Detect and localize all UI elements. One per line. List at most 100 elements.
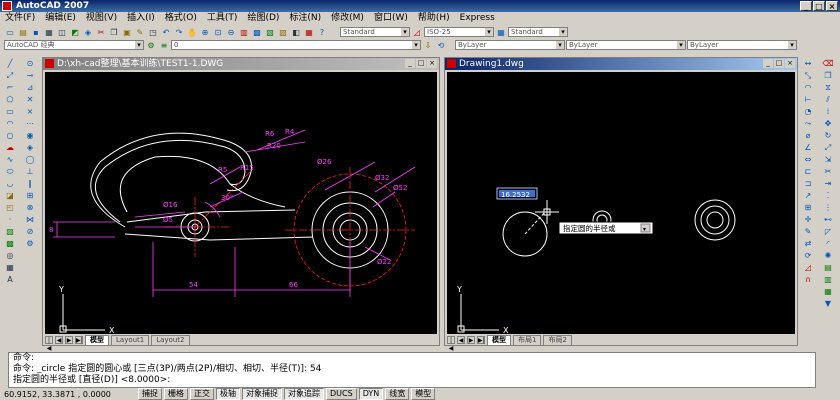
tab-layout1-left[interactable]: Layout1 [111, 334, 150, 346]
object-snap-icon[interactable]: ⊙ [23, 58, 37, 69]
tab-first-left[interactable]: |◀ [45, 336, 53, 352]
table-style-select[interactable]: Standard [508, 27, 568, 37]
rectangle-icon[interactable]: ▭ [3, 106, 17, 117]
plot-preview-icon[interactable]: ◫ [56, 26, 68, 38]
dim-style-select[interactable]: ISO-25 [424, 27, 494, 37]
tab-next-right[interactable]: ▶ [467, 336, 475, 344]
snap-quadrant-icon[interactable]: ◈ [23, 142, 37, 153]
arc-length-icon[interactable]: ◠ [801, 82, 815, 93]
diameter-dim-icon[interactable]: ⌀ [801, 130, 815, 141]
block-editor-icon[interactable]: ◳ [147, 26, 159, 38]
array-icon[interactable]: ⁞ [821, 106, 835, 117]
minimize-button[interactable]: _ [800, 1, 812, 11]
lineweight-select[interactable]: ByLayer [687, 40, 797, 50]
ellipse-arc-icon[interactable]: ◡ [3, 178, 17, 189]
circle-icon[interactable]: ○ [3, 130, 17, 141]
doc-close-button[interactable]: × [427, 59, 437, 68]
tab-prev-left[interactable]: ◀ [55, 336, 63, 344]
markup-icon[interactable]: ◧ [290, 26, 302, 38]
continue-icon[interactable]: ⊐ [801, 178, 815, 189]
tab-next-left[interactable]: ▶ [65, 336, 73, 344]
ordinate-icon[interactable]: ⊢ [801, 94, 815, 105]
menu-help[interactable]: 帮助(H) [413, 12, 455, 24]
trim-icon[interactable]: ✂ [821, 166, 835, 177]
aligned-dim-icon[interactable]: ⤡ [801, 70, 815, 81]
extend-icon[interactable]: ⇥ [821, 178, 835, 189]
zoom-realtime-icon[interactable]: ⊕ [199, 26, 211, 38]
baseline-icon[interactable]: ⊏ [801, 166, 815, 177]
help-icon[interactable]: ? [316, 26, 328, 38]
offset-icon[interactable]: ⫽ [821, 94, 835, 105]
otrack-toggle[interactable]: 对象追踪 [284, 388, 324, 400]
model-space-canvas-left[interactable]: R5 R15 R6 R4 R20 Ø16 Ø5 30° Ø26 Ø32 Ø52 … [45, 72, 437, 334]
angular-dim-icon[interactable]: ∠ [801, 142, 815, 153]
doc-minimize-button-right[interactable]: _ [763, 59, 773, 68]
layer-select[interactable]: 0 [171, 40, 421, 50]
doc-maximize-button[interactable]: □ [416, 59, 426, 68]
color-select[interactable]: ByLayer [455, 40, 565, 50]
menu-window[interactable]: 窗口(W) [369, 12, 413, 24]
pan-icon[interactable]: ✋ [186, 26, 198, 38]
model-space-canvas-right[interactable]: 16.2532 指定圆的半径或 ▾ Y X [447, 72, 795, 334]
close-button[interactable]: × [826, 1, 838, 11]
revision-cloud-icon[interactable]: ☁ [3, 142, 17, 153]
layer-previous-icon[interactable]: ⟲ [435, 39, 447, 51]
save-icon[interactable]: ▪ [30, 26, 42, 38]
tab-last-left[interactable]: ▶| [75, 336, 83, 344]
grid-toggle[interactable]: 栅格 [164, 388, 188, 400]
quick-dim-icon[interactable]: ⇔ [801, 154, 815, 165]
scroll-down-icon[interactable]: ▼ [821, 298, 835, 309]
linetype-select[interactable]: ByLayer [566, 40, 686, 50]
snap-endpoint-icon[interactable]: ⊸ [23, 70, 37, 81]
tab-first-right[interactable]: |◀ [447, 336, 455, 352]
tab-last-right[interactable]: ▶| [477, 336, 485, 344]
menu-express[interactable]: Express [455, 12, 500, 24]
snap-perpendicular-icon[interactable]: ⊥ [23, 166, 37, 177]
doc-close-button-right[interactable]: × [785, 59, 795, 68]
center-mark-icon[interactable]: ✛ [801, 214, 815, 225]
copy-icon[interactable]: ❐ [108, 26, 120, 38]
break-icon[interactable]: ⋮ [821, 202, 835, 213]
tab-model-left[interactable]: 模型 [85, 334, 109, 346]
mtext-icon[interactable]: A [3, 274, 17, 285]
zoom-previous-icon[interactable]: ⊖ [225, 26, 237, 38]
drawing-window-right[interactable]: Drawing1.dwg _ □ × 16.2532 指定圆的半径或 ▾ Y X… [444, 57, 798, 352]
maximize-button[interactable]: □ [813, 1, 825, 11]
move-icon[interactable]: ✥ [821, 118, 835, 129]
rotate-icon[interactable]: ↻ [821, 130, 835, 141]
tab-layout2-left[interactable]: Layout2 [151, 334, 190, 346]
insert-block-icon[interactable]: ◪ [3, 190, 17, 201]
break-point-icon[interactable]: ⁚ [821, 190, 835, 201]
dim-update-icon[interactable]: ⟳ [801, 250, 815, 261]
snap-parallel-icon[interactable]: ∥ [23, 178, 37, 189]
tab-prev-right[interactable]: ◀ [457, 336, 465, 344]
tooltip-options-icon[interactable]: ▾ [643, 226, 646, 233]
coordinates-readout[interactable]: 60.9152, 33.3871 , 0.0000 [0, 390, 136, 399]
stretch-icon[interactable]: ⇲ [821, 154, 835, 165]
layer-icon[interactable]: ▦ [821, 286, 835, 297]
menu-file[interactable]: 文件(F) [0, 12, 40, 24]
erase-icon[interactable]: ⌫ [821, 58, 835, 69]
snap-settings-icon[interactable]: ⚙ [23, 238, 37, 249]
make-block-icon[interactable]: ◰ [3, 202, 17, 213]
menu-edit[interactable]: 编辑(E) [40, 12, 81, 24]
snap-tangent-icon[interactable]: ◯ [23, 154, 37, 165]
snap-extension-icon[interactable]: ⋯ [23, 118, 37, 129]
snap-nearest-icon[interactable]: ⋈ [23, 214, 37, 225]
polygon-icon[interactable]: ⬠ [3, 94, 17, 105]
arc-icon[interactable]: ◠ [3, 118, 17, 129]
radius-dim-icon[interactable]: ◔ [801, 106, 815, 117]
3d-dwf-icon[interactable]: ◈ [82, 26, 94, 38]
snap-toggle[interactable]: 捕捉 [138, 388, 162, 400]
workspace-settings-icon[interactable]: ⚙ [145, 39, 157, 51]
paste-icon[interactable]: ▣ [121, 26, 133, 38]
polyline-icon[interactable]: ⌐ [3, 82, 17, 93]
snap-apparent-icon[interactable]: ⨯ [23, 106, 37, 117]
open-icon[interactable]: ▤ [17, 26, 29, 38]
dimedit-icon[interactable]: ✎ [801, 226, 815, 237]
tolerance-icon[interactable]: ⊞ [801, 202, 815, 213]
undo-icon[interactable]: ↶ [160, 26, 172, 38]
menu-tools[interactable]: 工具(T) [202, 12, 243, 24]
snap-intersection-icon[interactable]: ✕ [23, 94, 37, 105]
design-center-icon[interactable]: ▩ [251, 26, 263, 38]
